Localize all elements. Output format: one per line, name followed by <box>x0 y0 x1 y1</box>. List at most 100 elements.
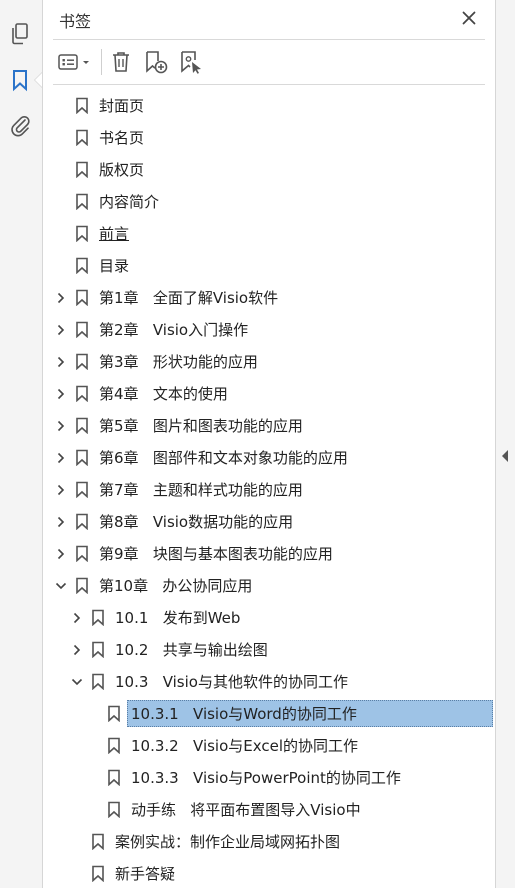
bookmark-label: 第4章 文本的使用 <box>99 385 228 403</box>
bookmark-from-selection-icon[interactable] <box>176 47 206 77</box>
bookmark-icon <box>92 641 104 658</box>
bookmark-item[interactable]: 封面页 <box>43 91 495 121</box>
bookmark-icon <box>76 545 88 562</box>
bookmark-label: 前言 <box>99 225 130 243</box>
bookmark-label: 第1章 全面了解Visio软件 <box>99 289 279 307</box>
toolbar-bottom-divider <box>53 84 485 85</box>
toolbar-divider <box>101 49 102 75</box>
bookmark-item[interactable]: 第4章 文本的使用 <box>43 379 495 409</box>
chevron-right-icon[interactable] <box>55 356 67 368</box>
chevron-right-icon[interactable] <box>71 644 83 656</box>
bookmark-icon <box>108 769 120 786</box>
new-bookmark-icon[interactable] <box>141 47 171 77</box>
bookmark-label: 第2章 Visio入门操作 <box>99 321 249 339</box>
bookmark-item[interactable]: 内容简介 <box>43 187 495 217</box>
bookmark-item[interactable]: 第7章 主题和样式功能的应用 <box>43 475 495 505</box>
bookmark-item[interactable]: 版权页 <box>43 155 495 185</box>
bookmark-icon <box>76 97 88 114</box>
bookmark-item[interactable]: 第9章 块图与基本图表功能的应用 <box>43 539 495 569</box>
bookmark-item[interactable]: 第10章 办公协同应用 <box>43 571 495 601</box>
header-divider <box>53 39 485 40</box>
bookmark-icon <box>76 193 88 210</box>
bookmark-item[interactable]: 动手练 将平面布置图导入Visio中 <box>43 795 495 825</box>
bookmark-item[interactable]: 10.2 共享与输出绘图 <box>43 635 495 665</box>
bookmark-icon <box>76 449 88 466</box>
bookmark-icon <box>92 609 104 626</box>
bookmark-label: 案例实战：制作企业局域网拓扑图 <box>115 833 341 851</box>
panel-title: 书签 <box>59 12 92 31</box>
bookmark-icon <box>76 225 88 242</box>
bookmark-item[interactable]: 书名页 <box>43 123 495 153</box>
bookmark-icon <box>76 577 88 594</box>
bookmark-item[interactable]: 新手答疑 <box>43 859 495 889</box>
bookmark-icon <box>76 129 88 146</box>
bookmark-item[interactable]: 10.3.3 Visio与PowerPoint的协同工作 <box>43 763 495 793</box>
bookmark-icon <box>108 705 120 722</box>
bookmark-item[interactable]: 目录 <box>43 251 495 281</box>
chevron-down-icon[interactable] <box>71 676 83 688</box>
chevron-right-icon[interactable] <box>55 324 67 336</box>
chevron-right-icon[interactable] <box>55 420 67 432</box>
bookmark-icon <box>76 321 88 338</box>
bookmark-label: 第10章 办公协同应用 <box>99 577 253 595</box>
bookmark-label: 10.3.3 Visio与PowerPoint的协同工作 <box>131 769 401 787</box>
bookmark-icon <box>92 865 104 882</box>
close-icon[interactable] <box>459 8 479 28</box>
collapse-arrow-icon[interactable] <box>502 450 508 462</box>
bookmark-item[interactable]: 第5章 图片和图表功能的应用 <box>43 411 495 441</box>
bookmark-label: 10.2 共享与输出绘图 <box>115 641 268 659</box>
bookmark-icon <box>92 833 104 850</box>
bookmark-label: 封面页 <box>99 97 145 115</box>
bookmark-label: 10.1 发布到Web <box>115 609 241 627</box>
bookmark-label: 动手练 将平面布置图导入Visio中 <box>131 801 361 819</box>
bookmark-icon <box>92 673 104 690</box>
bookmark-icon <box>76 353 88 370</box>
active-tab-pointer <box>34 72 42 88</box>
chevron-right-icon[interactable] <box>55 484 67 496</box>
attachment-icon[interactable] <box>6 111 34 139</box>
chevron-right-icon[interactable] <box>55 548 67 560</box>
bookmark-icon <box>108 801 120 818</box>
navigation-rail <box>0 0 43 888</box>
bookmark-icon[interactable] <box>6 66 34 94</box>
bookmark-label: 10.3 Visio与其他软件的协同工作 <box>115 673 348 691</box>
bookmark-item[interactable]: 第1章 全面了解Visio软件 <box>43 283 495 313</box>
chevron-right-icon[interactable] <box>55 452 67 464</box>
bookmark-label: 第6章 图部件和文本对象功能的应用 <box>99 449 348 467</box>
bookmark-item[interactable]: 第6章 图部件和文本对象功能的应用 <box>43 443 495 473</box>
bookmark-label: 第3章 形状功能的应用 <box>99 353 258 371</box>
options-menu-icon[interactable] <box>55 47 95 77</box>
bookmark-label: 第7章 主题和样式功能的应用 <box>99 481 303 499</box>
bookmark-label: 目录 <box>99 257 130 275</box>
bookmark-label: 第8章 Visio数据功能的应用 <box>99 513 294 531</box>
bookmark-item[interactable]: 10.3.2 Visio与Excel的协同工作 <box>43 731 495 761</box>
chevron-right-icon[interactable] <box>55 516 67 528</box>
panel-collapse-rail <box>495 0 515 888</box>
chevron-right-icon[interactable] <box>55 388 67 400</box>
bookmark-icon <box>76 417 88 434</box>
bookmark-item[interactable]: 第2章 Visio入门操作 <box>43 315 495 345</box>
bookmark-item[interactable]: 案例实战：制作企业局域网拓扑图 <box>43 827 495 857</box>
bookmark-icon <box>76 289 88 306</box>
bookmark-item[interactable]: 10.3 Visio与其他软件的协同工作 <box>43 667 495 697</box>
bookmark-item[interactable]: 第3章 形状功能的应用 <box>43 347 495 377</box>
bookmark-label: 第9章 块图与基本图表功能的应用 <box>99 545 333 563</box>
bookmark-icon <box>76 513 88 530</box>
bookmark-label: 书名页 <box>99 129 145 147</box>
bookmark-item[interactable]: 10.1 发布到Web <box>43 603 495 633</box>
bookmark-icon <box>76 161 88 178</box>
chevron-right-icon[interactable] <box>55 292 67 304</box>
bookmark-label: 内容简介 <box>99 193 160 211</box>
bookmark-icon <box>76 385 88 402</box>
pages-icon[interactable] <box>6 20 34 48</box>
bookmark-item[interactable]: 第8章 Visio数据功能的应用 <box>43 507 495 537</box>
bookmark-icon <box>76 257 88 274</box>
chevron-down-icon[interactable] <box>55 580 67 592</box>
bookmark-item[interactable]: 前言 <box>43 219 495 249</box>
bookmark-label: 版权页 <box>99 161 145 179</box>
bookmark-item[interactable]: 10.3.1 Visio与Word的协同工作 <box>43 699 495 729</box>
bookmark-label: 10.3.1 Visio与Word的协同工作 <box>131 705 357 723</box>
chevron-right-icon[interactable] <box>71 612 83 624</box>
delete-icon[interactable] <box>107 47 135 77</box>
bookmark-label: 第5章 图片和图表功能的应用 <box>99 417 303 435</box>
